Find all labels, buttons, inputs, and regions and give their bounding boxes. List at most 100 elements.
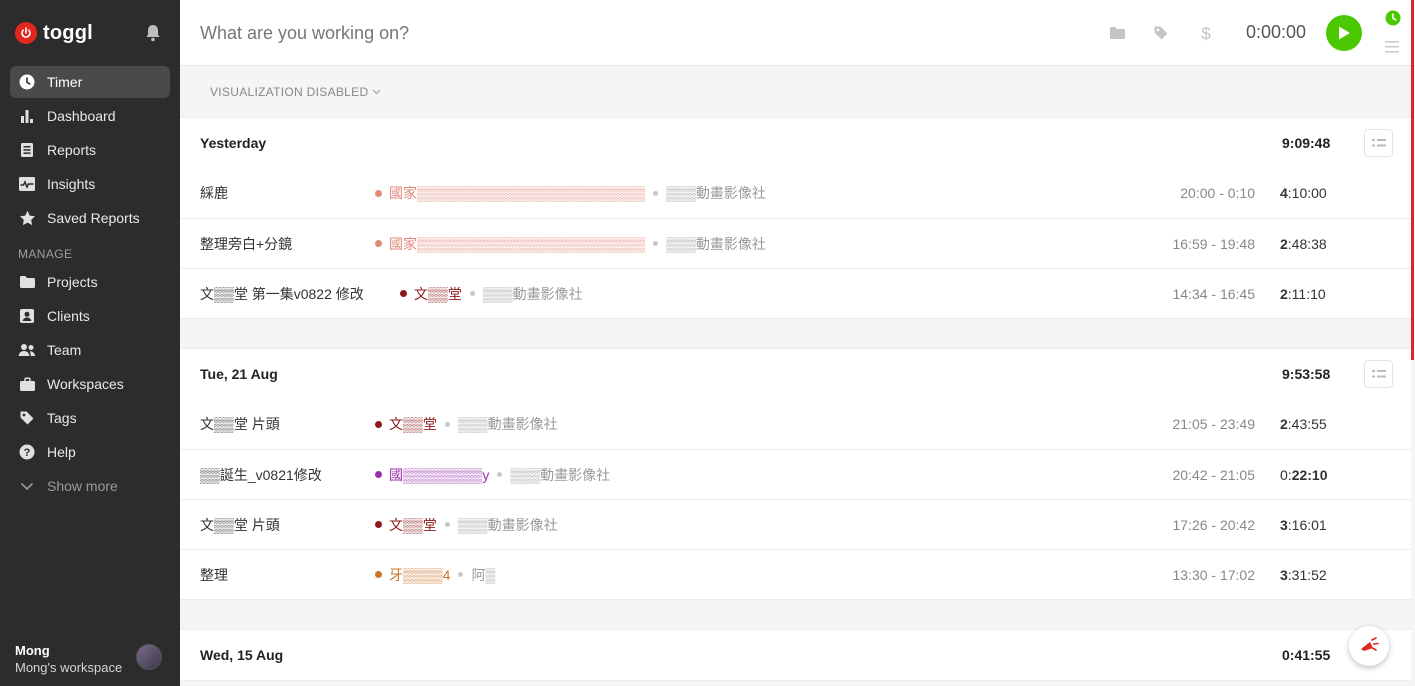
- briefcase-icon: [18, 375, 36, 393]
- entry-time-range[interactable]: 17:26 - 20:42: [1155, 517, 1255, 533]
- show-more-button[interactable]: Show more: [10, 470, 170, 502]
- sidebar-item-timer[interactable]: Timer: [10, 66, 170, 98]
- list-icon: [1371, 139, 1386, 147]
- time-entry-row[interactable]: 整理旁白+分鏡 國家▒▒▒▒▒▒▒▒▒▒▒▒▒▒▒▒▒▒▒▒▒▒▒ ▒▒▒動畫影…: [180, 218, 1411, 268]
- entry-duration[interactable]: 2:43:55: [1280, 416, 1327, 432]
- client-name: ▒▒▒動畫影像社: [666, 185, 766, 201]
- duration-rest: :16:01: [1287, 517, 1327, 533]
- start-timer-button[interactable]: [1326, 15, 1362, 51]
- duration-rest: :31:52: [1287, 567, 1327, 583]
- project-color-dot: [375, 571, 382, 578]
- entry-time-range[interactable]: 20:42 - 21:05: [1155, 467, 1255, 483]
- entry-description[interactable]: 整理: [200, 565, 375, 585]
- project-name: 文▒▒堂: [389, 516, 437, 533]
- group-total: 9:09:48: [1282, 135, 1331, 151]
- entry-time-range[interactable]: 20:00 - 0:10: [1155, 185, 1255, 201]
- entry-duration[interactable]: 4:10:00: [1280, 185, 1327, 201]
- sidebar-item-reports[interactable]: Reports: [10, 134, 170, 166]
- duration-hours: 2: [1280, 416, 1288, 432]
- entry-duration[interactable]: 2:11:10: [1280, 286, 1326, 302]
- menu-icon[interactable]: [1385, 40, 1399, 53]
- separator-dot: [653, 190, 659, 196]
- sidebar-item-team[interactable]: Team: [10, 334, 170, 366]
- folder-icon: [18, 273, 36, 291]
- sidebar-item-label: Saved Reports: [47, 210, 140, 226]
- bell-icon[interactable]: [145, 24, 161, 42]
- clock-icon[interactable]: [1385, 10, 1401, 26]
- entry-description[interactable]: ▒▒誕生_v0821修改: [200, 465, 375, 485]
- clock-icon: [18, 73, 36, 91]
- time-entry-list: VISUALIZATION DISABLED Yesterday 9:09:48…: [180, 67, 1411, 686]
- day-group-header: Tue, 21 Aug 9:53:58: [180, 349, 1411, 399]
- sidebar-item-dashboard[interactable]: Dashboard: [10, 100, 170, 132]
- client-name: ▒▒▒動畫影像社: [482, 285, 583, 302]
- sidebar-item-label: Projects: [47, 274, 98, 290]
- brand[interactable]: toggl: [15, 20, 93, 46]
- entry-duration[interactable]: 3:16:01: [1280, 517, 1327, 533]
- manage-section-label: MANAGE: [18, 247, 73, 261]
- dollar-icon[interactable]: $: [1197, 24, 1215, 42]
- entry-description[interactable]: 文▒▒堂 第一集v0822 修改: [200, 284, 400, 304]
- entry-project[interactable]: 牙▒▒▒▒4 阿▒: [375, 565, 495, 585]
- time-entry-row[interactable]: ▒▒誕生_v0821修改 國▒▒▒▒▒▒▒▒y ▒▒▒動畫影像社 20:42 -…: [180, 449, 1411, 499]
- avatar[interactable]: [136, 644, 162, 670]
- power-icon: [15, 22, 37, 44]
- entry-description[interactable]: 文▒▒堂 片頭: [200, 414, 375, 434]
- folder-icon[interactable]: [1108, 24, 1126, 42]
- entry-time-range[interactable]: 21:05 - 23:49: [1155, 416, 1255, 432]
- entry-duration[interactable]: 0:22:10: [1280, 467, 1328, 483]
- feedback-button[interactable]: [1349, 626, 1389, 666]
- entry-description[interactable]: 整理旁白+分鏡: [200, 234, 375, 254]
- entry-time-range[interactable]: 14:34 - 16:45: [1155, 286, 1255, 302]
- entry-project[interactable]: 國家▒▒▒▒▒▒▒▒▒▒▒▒▒▒▒▒▒▒▒▒▒▒▒ ▒▒▒動畫影像社: [375, 234, 766, 254]
- time-entry-row[interactable]: 文▒▒堂 片頭 文▒▒堂 ▒▒▒動畫影像社 17:26 - 20:42 3:16…: [180, 499, 1411, 549]
- entry-time-range[interactable]: 16:59 - 19:48: [1155, 236, 1255, 252]
- visualization-label: VISUALIZATION DISABLED: [210, 85, 369, 99]
- entry-project[interactable]: 國家▒▒▒▒▒▒▒▒▒▒▒▒▒▒▒▒▒▒▒▒▒▒▒ ▒▒▒動畫影像社: [375, 183, 766, 203]
- entry-project[interactable]: 文▒▒堂 ▒▒▒動畫影像社: [400, 284, 583, 304]
- time-entry-row[interactable]: 綵鹿 國家▒▒▒▒▒▒▒▒▒▒▒▒▒▒▒▒▒▒▒▒▒▒▒ ▒▒▒動畫影像社 20…: [180, 168, 1411, 218]
- sidebar-item-help[interactable]: ? Help: [10, 436, 170, 468]
- entry-project[interactable]: 國▒▒▒▒▒▒▒▒y ▒▒▒動畫影像社: [375, 465, 610, 485]
- duration-rest: :43:55: [1287, 416, 1327, 432]
- entry-duration[interactable]: 2:48:38: [1280, 236, 1327, 252]
- group-list-toggle[interactable]: [1364, 129, 1393, 157]
- entry-project[interactable]: 文▒▒堂 ▒▒▒動畫影像社: [375, 414, 558, 434]
- separator-dot: [653, 241, 659, 246]
- sidebar-item-tags[interactable]: Tags: [10, 402, 170, 434]
- entry-description[interactable]: 綵鹿: [200, 183, 375, 203]
- sidebar-item-projects[interactable]: Projects: [10, 266, 170, 298]
- sidebar-item-saved-reports[interactable]: Saved Reports: [10, 202, 170, 234]
- project-name: 國家▒▒▒▒▒▒▒▒▒▒▒▒▒▒▒▒▒▒▒▒▒▒▒: [389, 235, 646, 252]
- time-entry-row[interactable]: 文▒▒堂 片頭 文▒▒堂 ▒▒▒動畫影像社 21:05 - 23:49 2:43…: [180, 399, 1411, 449]
- tag-icon[interactable]: [1152, 24, 1170, 42]
- timer-display: 0:00:00: [1246, 22, 1307, 42]
- group-date: Tue, 21 Aug: [200, 366, 278, 382]
- sidebar-item-workspaces[interactable]: Workspaces: [10, 368, 170, 400]
- entry-description[interactable]: 文▒▒堂 片頭: [200, 515, 375, 535]
- star-icon: [18, 209, 36, 227]
- description-input[interactable]: [200, 18, 900, 48]
- entry-time-range[interactable]: 13:30 - 17:02: [1155, 567, 1255, 583]
- sidebar-item-insights[interactable]: Insights: [10, 168, 170, 200]
- duration-hours: 3: [1280, 517, 1288, 533]
- megaphone-icon: [1361, 637, 1379, 651]
- brand-name: toggl: [43, 21, 93, 44]
- project-color-dot: [400, 290, 407, 297]
- time-entry-row[interactable]: 整理 牙▒▒▒▒4 阿▒ 13:30 - 17:02 3:31:52: [180, 549, 1411, 599]
- time-entry-row[interactable]: 文▒▒堂 第一集v0822 修改 文▒▒堂 ▒▒▒動畫影像社 14:34 - 1…: [180, 268, 1411, 318]
- people-icon: [18, 341, 36, 359]
- visualization-toggle[interactable]: VISUALIZATION DISABLED: [180, 67, 1411, 117]
- sidebar-item-label: Dashboard: [47, 108, 116, 124]
- project-name: 文▒▒堂: [389, 416, 437, 432]
- day-group-header: Wed, 15 Aug 0:41:55: [180, 630, 1411, 680]
- client-name: 阿▒: [471, 566, 496, 583]
- sidebar-item-clients[interactable]: Clients: [10, 300, 170, 332]
- entry-project[interactable]: 文▒▒堂 ▒▒▒動畫影像社: [375, 515, 558, 535]
- group-total: 9:53:58: [1282, 366, 1331, 382]
- entry-duration[interactable]: 3:31:52: [1280, 567, 1327, 583]
- duration-rest: :48:38: [1287, 236, 1327, 252]
- group-list-toggle[interactable]: [1364, 360, 1393, 388]
- separator-dot: [444, 522, 450, 527]
- scroll-indicator: [1411, 0, 1414, 360]
